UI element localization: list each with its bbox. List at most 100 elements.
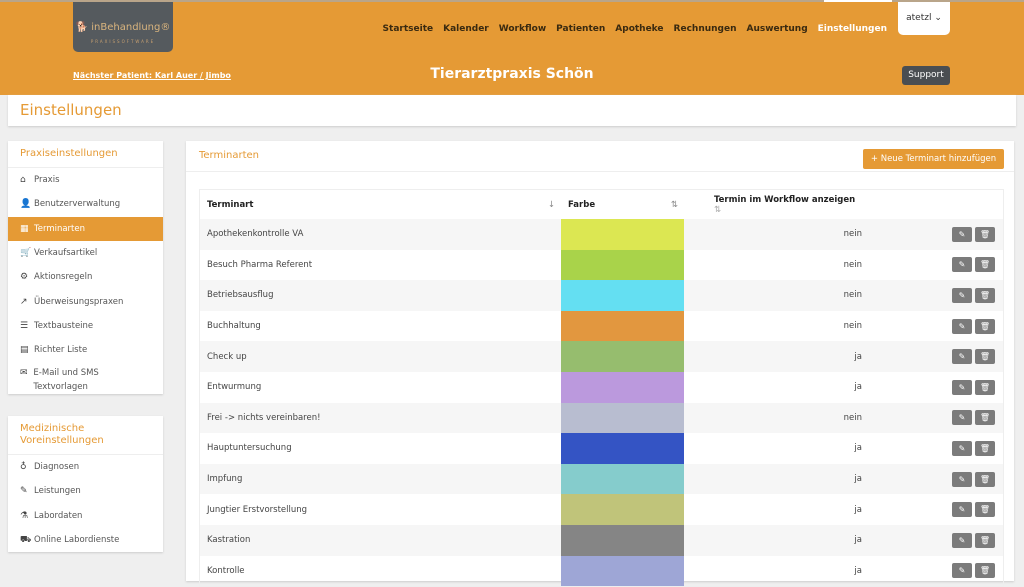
color-swatch xyxy=(561,524,684,556)
table-row[interactable]: Check up ja ✎ 🗑 xyxy=(200,341,1003,372)
page-title-bar: Einstellungen xyxy=(8,95,1016,126)
color-swatch xyxy=(561,310,684,342)
table-row[interactable]: Buchhaltung nein ✎ 🗑 xyxy=(200,310,1003,342)
color-swatch xyxy=(561,463,684,495)
sidebar-item-aktionsregeln[interactable]: ⚙ Aktionsregeln xyxy=(8,265,163,289)
sidebar-item-labordaten[interactable]: ⚗ Labordaten xyxy=(8,504,163,528)
sort-desc-icon[interactable]: ↓ xyxy=(548,200,555,210)
nav-apotheke[interactable]: Apotheke xyxy=(615,24,663,34)
table-row[interactable]: Jungtier Erstvorstellung ja ✎ 🗑 xyxy=(200,494,1003,525)
column-header-farbe[interactable]: Farbe ⇅ xyxy=(561,190,684,219)
sidebar-item-e-mail[interactable]: ✉ E-Mail und SMS Textvorlagen xyxy=(8,362,163,394)
trash-icon[interactable]: 🗑 xyxy=(975,563,995,579)
table-row[interactable]: Entwurmung ja ✎ 🗑 xyxy=(200,371,1003,403)
add-terminart-button[interactable]: + Neue Terminart hinzufügen xyxy=(863,149,1004,169)
column-header-terminart[interactable]: Terminart ↓ xyxy=(200,200,561,210)
color-swatch xyxy=(561,371,684,403)
workflow-value: ja xyxy=(854,443,862,454)
table-row[interactable]: Kontrolle ja ✎ 🗑 xyxy=(200,555,1003,587)
table-row[interactable]: Hauptuntersuchung ja ✎ 🗑 xyxy=(200,433,1003,464)
sidebar-item-überweisungspraxen[interactable]: ↗ Überweisungspraxen xyxy=(8,289,163,313)
edit-icon[interactable]: ✎ xyxy=(952,257,972,273)
trash-icon[interactable]: 🗑 xyxy=(975,226,995,242)
sidebar-item-label: Verkaufsartikel xyxy=(34,248,98,259)
workflow-value: ja xyxy=(854,351,862,362)
table-row[interactable]: Apothekenkontrolle VA nein ✎ 🗑 xyxy=(200,219,1003,250)
workflow-value: nein xyxy=(843,259,862,270)
trash-icon[interactable]: 🗑 xyxy=(975,349,995,365)
sort-icon[interactable]: ⇅ xyxy=(714,205,721,215)
trash-icon[interactable]: 🗑 xyxy=(975,471,995,487)
edit-icon[interactable]: ✎ xyxy=(952,318,972,334)
nav-kalender[interactable]: Kalender xyxy=(443,24,489,34)
nav-rechnungen[interactable]: Rechnungen xyxy=(674,24,737,34)
nav-workflow[interactable]: Workflow xyxy=(499,24,546,34)
workflow-value: nein xyxy=(843,321,862,332)
sidebar-item-praxis[interactable]: ⌂ Praxis xyxy=(8,168,163,192)
column-label: Farbe xyxy=(568,199,596,210)
nav-startseite[interactable]: Startseite xyxy=(383,24,434,34)
edit-icon[interactable]: ✎ xyxy=(952,287,972,303)
nav-einstellungen[interactable]: Einstellungen xyxy=(818,24,887,34)
sidebar-item-label: Terminarten xyxy=(34,223,86,234)
sidebar-item-label: Benutzerverwaltung xyxy=(34,199,121,210)
sidebar-item-label: Textbausteine xyxy=(34,320,94,331)
sidebar-item-online[interactable]: ⛟ Online Labordienste xyxy=(8,528,163,552)
table-row[interactable]: Betriebsausflug nein ✎ 🗑 xyxy=(200,280,1003,311)
syringe-icon: ✎ xyxy=(20,486,28,497)
edit-icon[interactable]: ✎ xyxy=(952,471,972,487)
active-nav-indicator xyxy=(824,0,892,2)
trash-icon[interactable]: 🗑 xyxy=(975,379,995,395)
edit-icon[interactable]: ✎ xyxy=(952,226,972,242)
terminart-name: Apothekenkontrolle VA xyxy=(207,229,304,240)
sort-icon[interactable]: ⇅ xyxy=(671,200,678,210)
table-row[interactable]: Impfung ja ✎ 🗑 xyxy=(200,463,1003,495)
edit-icon[interactable]: ✎ xyxy=(952,440,972,456)
terminart-name: Check up xyxy=(207,351,247,362)
edit-icon[interactable]: ✎ xyxy=(952,379,972,395)
workflow-value: ja xyxy=(854,535,862,546)
trash-icon[interactable]: 🗑 xyxy=(975,257,995,273)
table-row[interactable]: Frei -> nichts vereinbaren! nein ✎ 🗑 xyxy=(200,402,1003,434)
workflow-value: nein xyxy=(843,229,862,240)
terminart-name: Buchhaltung xyxy=(207,321,261,332)
sidebar-item-benutzerverwaltung[interactable]: 👤 Benutzerverwaltung xyxy=(8,192,163,216)
edit-icon[interactable]: ✎ xyxy=(952,532,972,548)
sidebar-item-label: E-Mail und SMS Textvorlagen xyxy=(33,368,99,393)
column-header-workflow[interactable]: Termin im Workflow anzeigen ⇅ xyxy=(684,195,862,215)
chevron-down-icon: ⌄ xyxy=(934,13,942,23)
sidebar-item-leistungen[interactable]: ✎ Leistungen xyxy=(8,479,163,503)
color-swatch xyxy=(561,219,684,250)
sidebar-item-diagnosen[interactable]: ♁ Diagnosen xyxy=(8,455,163,479)
edit-icon[interactable]: ✎ xyxy=(952,502,972,518)
nav-auswertung[interactable]: Auswertung xyxy=(747,24,808,34)
table-row[interactable]: Besuch Pharma Referent nein ✎ 🗑 xyxy=(200,249,1003,281)
main-nav: Startseite Kalender Workflow Patienten Apoth… xyxy=(383,24,887,34)
logo[interactable]: 🐕 inBehandlung® PRAXISSOFTWARE xyxy=(73,2,173,52)
table-row[interactable]: Kastration ja ✎ 🗑 xyxy=(200,524,1003,556)
column-label: Terminart xyxy=(207,199,254,210)
edit-icon[interactable]: ✎ xyxy=(952,349,972,365)
sidebar-item-label: Aktionsregeln xyxy=(34,272,93,283)
color-swatch xyxy=(561,280,684,311)
sidebar-item-richter[interactable]: ▤ Richter Liste xyxy=(8,338,163,362)
cart-icon: 🛒 xyxy=(20,248,32,259)
sidebar-item-terminarten[interactable]: ▦ Terminarten xyxy=(8,216,163,241)
sidebar-item-label: Diagnosen xyxy=(34,462,80,473)
support-button[interactable]: Support xyxy=(902,66,950,85)
user-menu[interactable]: atetzl ⌄ xyxy=(898,2,950,35)
terminart-name: Impfung xyxy=(207,474,243,485)
trash-icon[interactable]: 🗑 xyxy=(975,532,995,548)
nav-patienten[interactable]: Patienten xyxy=(556,24,605,34)
trash-icon[interactable]: 🗑 xyxy=(975,287,995,303)
sidebar-item-verkaufsartikel[interactable]: 🛒 Verkaufsartikel xyxy=(8,241,163,265)
workflow-value: ja xyxy=(854,382,862,393)
trash-icon[interactable]: 🗑 xyxy=(975,502,995,518)
edit-icon[interactable]: ✎ xyxy=(952,563,972,579)
trash-icon[interactable]: 🗑 xyxy=(975,410,995,426)
trash-icon[interactable]: 🗑 xyxy=(975,318,995,334)
sidebar-item-textbausteine[interactable]: ☰ Textbausteine xyxy=(8,314,163,338)
sidebar-item-label: Leistungen xyxy=(34,486,81,497)
edit-icon[interactable]: ✎ xyxy=(952,410,972,426)
trash-icon[interactable]: 🗑 xyxy=(975,440,995,456)
